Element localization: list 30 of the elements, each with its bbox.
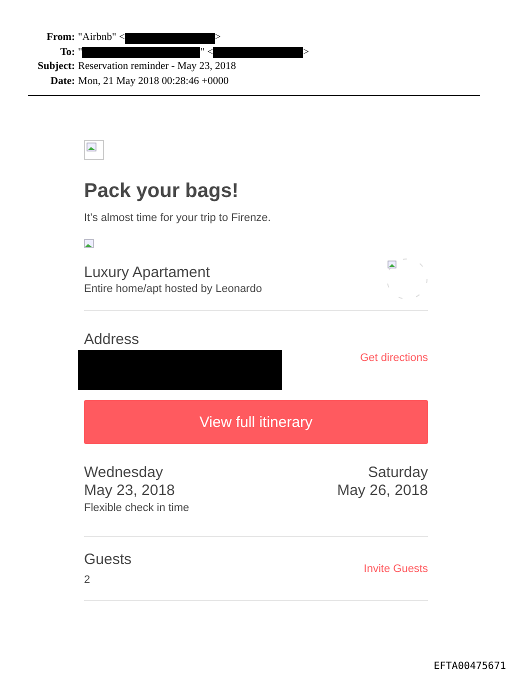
header-label: To: xyxy=(59,46,75,60)
listing-detail: Entire home/apt hosted by Leonardo xyxy=(84,282,262,294)
checkin-note: Flexible check in time xyxy=(84,502,190,514)
header-label: Subject: xyxy=(36,60,75,74)
email-heading: Pack your bags! xyxy=(84,180,239,203)
header-value: " xyxy=(78,46,82,60)
view-itinerary-button[interactable]: View full itinerary xyxy=(84,400,428,444)
checkin-day: Wednesday xyxy=(84,464,190,482)
document-id: EFTA00475671 xyxy=(434,661,506,672)
header-label: Date: xyxy=(50,74,75,88)
host-avatar-icon xyxy=(386,258,428,300)
address-label: Address xyxy=(84,331,140,348)
email-subtitle: It’s almost time for your trip to Firenze. xyxy=(84,212,271,224)
guests-label: Guests xyxy=(84,551,132,568)
guest-count: 2 xyxy=(84,574,92,586)
broken-image-icon xyxy=(84,239,95,250)
checkin-date: May 23, 2018 xyxy=(84,482,176,500)
checkout-date: May 26, 2018 xyxy=(337,482,428,500)
header-value: "Airbnb" < xyxy=(78,31,125,45)
header-value: " < xyxy=(200,46,214,60)
header-value: > xyxy=(303,46,310,60)
get-directions-link[interactable]: Get directions xyxy=(360,352,428,364)
invite-guests-link[interactable]: Invite Guests xyxy=(364,562,428,574)
checkout-day: Saturday xyxy=(337,464,428,482)
header-value: > xyxy=(214,31,221,45)
header-label: From: xyxy=(46,31,75,45)
broken-image-icon xyxy=(84,140,104,160)
header-value: Reservation reminder - May 23, 2018 xyxy=(78,60,236,74)
header-value: Mon, 21 May 2018 00:28:46 +0000 xyxy=(78,74,229,88)
listing-name: Luxury Apartament xyxy=(84,264,211,280)
